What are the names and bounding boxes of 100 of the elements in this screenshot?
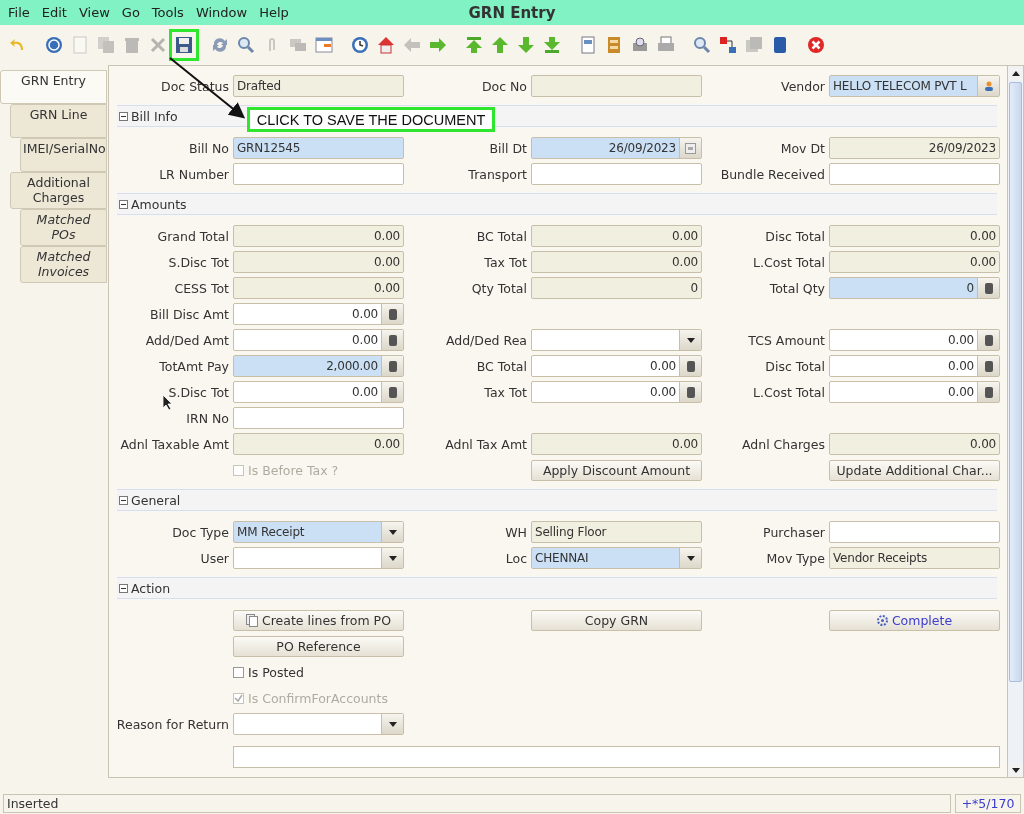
text-area[interactable]	[233, 746, 1000, 768]
action-button[interactable]: Complete	[829, 609, 1000, 631]
calculator-icon	[983, 360, 994, 372]
tab[interactable]: Matched Invoices	[20, 246, 107, 283]
action-button[interactable]: PO Reference	[233, 635, 404, 657]
action-button[interactable]: Update Additional Char...	[829, 459, 1000, 481]
input-field[interactable]: 0.00	[233, 381, 404, 403]
field-label: Tax Tot	[483, 384, 527, 400]
input-field[interactable]: HELLO TELECOM PVT L	[829, 75, 1000, 97]
scroll-up-icon[interactable]	[1011, 70, 1020, 76]
menu-item[interactable]: Tools	[147, 5, 192, 20]
input-field: 0.00	[531, 433, 702, 455]
menu-item[interactable]: Go	[117, 5, 148, 20]
field-label: LR Number	[158, 166, 229, 182]
field-label: Adnl Tax Amt	[444, 436, 527, 452]
menu-item[interactable]: Edit	[37, 5, 75, 20]
menu-item[interactable]: Help	[255, 5, 297, 20]
menu-item[interactable]: Window	[191, 5, 256, 20]
field-label: TotAmt Pay	[158, 358, 229, 374]
input-field: 0.00	[233, 225, 404, 247]
collapse-icon[interactable]	[119, 199, 128, 209]
dropdown-arrow-icon	[686, 555, 695, 561]
input-field[interactable]	[233, 163, 404, 185]
field-label: L.Cost Total	[752, 384, 825, 400]
field-label: Vendor	[780, 78, 825, 94]
input-field[interactable]	[829, 163, 1000, 185]
action-button[interactable]: Apply Discount Amount	[531, 459, 702, 481]
input-field[interactable]: 0.00	[531, 355, 702, 377]
action-button[interactable]: Create lines from PO	[233, 609, 404, 631]
input-field[interactable]	[233, 547, 404, 569]
field-label: Bill Disc Amt	[148, 306, 229, 322]
input-field[interactable]: CHENNAI	[531, 547, 702, 569]
input-field: 0.00	[531, 225, 702, 247]
calculator-icon	[983, 282, 994, 294]
section-header[interactable]: General	[117, 489, 997, 511]
input-field[interactable]	[829, 521, 1000, 543]
status-message: Inserted	[3, 794, 951, 813]
input-field[interactable]: 0.00	[233, 329, 404, 351]
input-field[interactable]	[531, 163, 702, 185]
field-label: CESS Tot	[173, 280, 229, 296]
section-title: General	[131, 492, 181, 508]
input-field[interactable]: 0.00	[233, 303, 404, 325]
input-field[interactable]	[531, 329, 702, 351]
scrollbar[interactable]	[1007, 66, 1023, 777]
action-button[interactable]: Copy GRN	[531, 609, 702, 631]
tab[interactable]: Additional Charges	[10, 172, 107, 209]
input-field: 0.00	[531, 251, 702, 273]
menu-item[interactable]: View	[74, 5, 118, 20]
calculator-icon	[387, 386, 398, 398]
field-label: Doc Type	[171, 524, 229, 540]
section-title: Bill Info	[131, 108, 178, 124]
field-label: Add/Ded Amt	[144, 332, 229, 348]
gear-icon	[876, 614, 888, 626]
menu-item[interactable]: File	[4, 5, 38, 20]
input-field: Selling Floor	[531, 521, 702, 543]
tab[interactable]: GRN Entry	[0, 70, 107, 104]
save-hint-tooltip: CLICK TO SAVE THE DOCUMENT	[247, 107, 495, 132]
field-label: Disc Total	[764, 228, 825, 244]
field-label: Bill Dt	[488, 140, 527, 156]
field-label: Adnl Charges	[741, 436, 825, 452]
calendar-icon	[685, 142, 696, 154]
input-field[interactable]: 0.00	[829, 329, 1000, 351]
field-label: Total Qty	[768, 280, 825, 296]
field-label: Bundle Received	[719, 166, 825, 182]
input-field[interactable]: GRN12545	[233, 137, 404, 159]
input-field[interactable]: 0.00	[531, 381, 702, 403]
input-field[interactable]: 26/09/2023	[531, 137, 702, 159]
section-title: Action	[131, 580, 171, 596]
tab[interactable]: IMEI/SerialNo	[20, 138, 107, 172]
checkbox-label: Is Posted	[248, 664, 304, 680]
mouse-cursor-icon	[163, 395, 173, 410]
field-label: User	[199, 550, 229, 566]
input-field[interactable]: 2,000.00	[233, 355, 404, 377]
dropdown-arrow-icon	[686, 337, 695, 343]
calculator-icon	[387, 308, 398, 320]
input-field[interactable]: 0.00	[829, 355, 1000, 377]
input-field[interactable]	[233, 407, 404, 429]
input-field: Drafted	[233, 75, 404, 97]
section-header[interactable]: Amounts	[117, 193, 997, 215]
input-field[interactable]: MM Receipt	[233, 521, 404, 543]
input-field: 0.00	[829, 433, 1000, 455]
person-icon	[984, 81, 993, 91]
field-label: IRN No	[185, 410, 229, 426]
input-field[interactable]	[233, 713, 404, 735]
field-label: WH	[504, 524, 527, 540]
calculator-icon	[685, 360, 696, 372]
input-field[interactable]: 0.00	[829, 381, 1000, 403]
tab[interactable]: Matched POs	[20, 209, 107, 246]
collapse-icon[interactable]	[119, 495, 128, 505]
scroll-down-icon[interactable]	[1011, 767, 1020, 773]
input-field: 0.00	[829, 251, 1000, 273]
tab[interactable]: GRN Line	[10, 104, 107, 138]
collapse-icon[interactable]	[119, 583, 128, 593]
field-label: Tax Tot	[483, 254, 527, 270]
collapse-icon[interactable]	[119, 111, 128, 121]
field-label: Purchaser	[762, 524, 825, 540]
section-header[interactable]: Action	[117, 577, 997, 599]
section-title: Amounts	[131, 196, 187, 212]
input-field[interactable]: 0	[829, 277, 1000, 299]
checkbox[interactable]	[233, 666, 244, 678]
